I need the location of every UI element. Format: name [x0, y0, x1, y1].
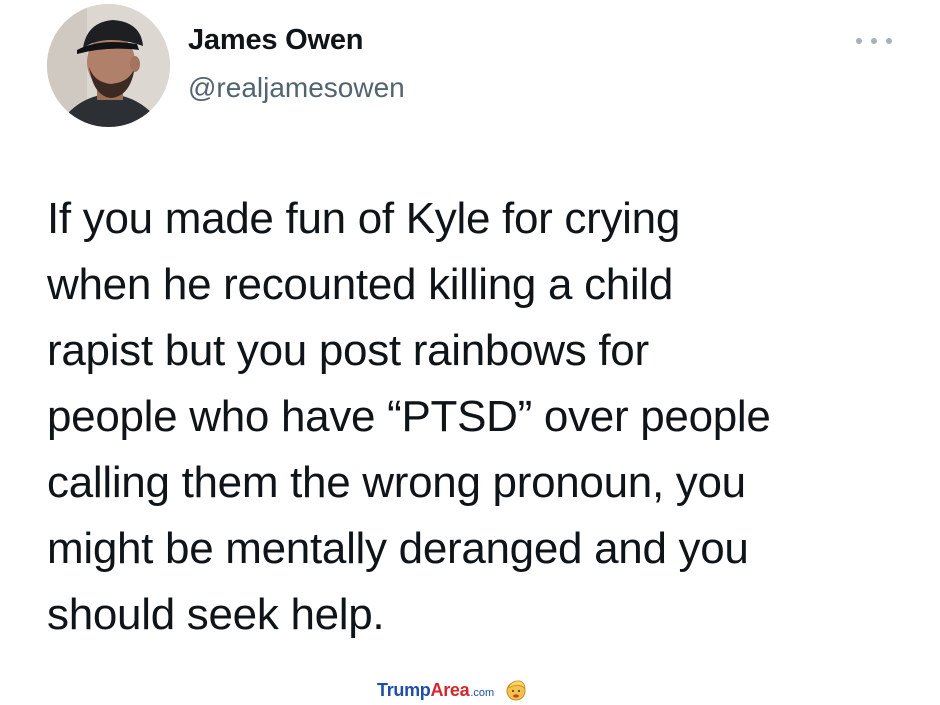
author-name[interactable]: James Owen: [188, 24, 364, 57]
watermark: Trump Area .com: [377, 678, 528, 702]
tweet-card: James Owen @realjamesowen If you made fu…: [0, 0, 940, 705]
watermark-text-area: Area: [430, 679, 470, 700]
cartoon-face-logo-icon: [506, 680, 526, 701]
watermark-text-trump: Trump: [377, 679, 431, 700]
tweet-text-line: rapist but you post rainbows for: [47, 326, 649, 375]
dot: [856, 38, 862, 44]
tweet-text: If you made fun of Kyle for crying when …: [47, 186, 907, 648]
watermark-text-com: .com: [470, 686, 495, 699]
avatar-photo-icon: [47, 4, 170, 127]
dot: [886, 38, 892, 44]
tweet-text-line: people who have “PTSD” over people: [47, 392, 771, 441]
more-options-icon[interactable]: [856, 34, 892, 48]
tweet-text-line: when he recounted killing a child: [47, 260, 674, 309]
tweet-text-line: If you made fun of Kyle for crying: [47, 194, 680, 243]
tweet-text-line: calling them the wrong pronoun, you: [47, 458, 746, 507]
dot: [871, 38, 877, 44]
tweet-text-line: should seek help.: [47, 590, 385, 639]
tweet-text-line: might be mentally deranged and you: [47, 524, 749, 573]
author-avatar[interactable]: [47, 4, 170, 127]
author-handle[interactable]: @realjamesowen: [188, 72, 405, 104]
